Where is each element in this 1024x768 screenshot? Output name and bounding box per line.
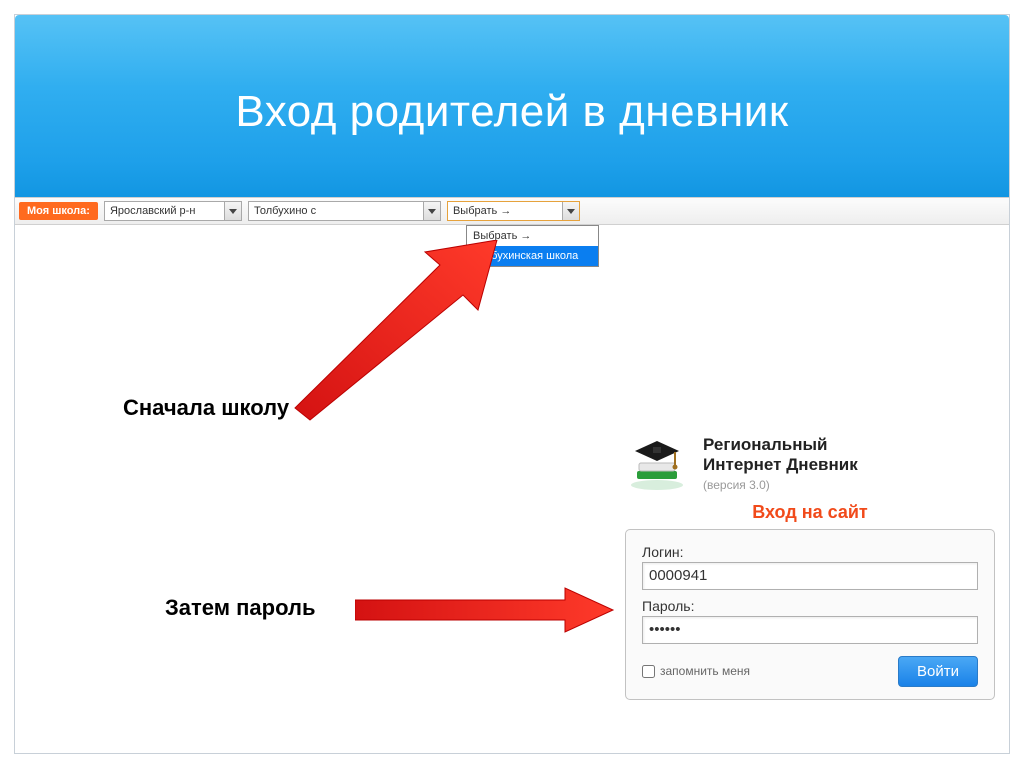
chevron-down-icon [562,202,579,220]
login-heading: Вход на сайт [625,502,995,523]
my-school-label: Моя школа: [19,202,98,220]
login-box: Логин: Пароль: запомнить меня Войти [625,529,995,700]
login-label: Логин: [642,544,978,560]
slide-title: Вход родителей в дневник [15,87,1009,137]
school-selector-bar: Моя школа: Ярославский р-н Толбухино с В… [15,197,1009,225]
chevron-down-icon [423,202,440,220]
password-label: Пароль: [642,598,978,614]
password-input[interactable] [642,616,978,644]
remember-label: запомнить меня [660,664,750,678]
school-select[interactable]: Выбрать → [447,201,580,221]
brand-line2: Интернет Дневник [703,455,858,475]
login-input[interactable] [642,562,978,590]
school-value: Выбрать → [453,205,511,217]
chevron-down-icon [224,202,241,220]
locality-select[interactable]: Толбухино с [248,201,441,221]
brand-text: Региональный Интернет Дневник (версия 3.… [703,435,858,492]
region-value: Ярославский р-н [110,205,195,217]
caption-first-school: Сначала школу [123,395,289,421]
brand-version: (версия 3.0) [703,478,858,492]
arrow-to-school-icon [285,240,505,430]
locality-value: Толбухино с [254,205,316,217]
app-logo-icon [625,435,689,491]
remember-checkbox[interactable] [642,665,655,678]
brand-line1: Региональный [703,435,828,454]
login-button[interactable]: Войти [898,656,978,687]
brand-row: Региональный Интернет Дневник (версия 3.… [625,435,995,492]
caption-then-password: Затем пароль [165,595,315,621]
slide-frame: Вход родителей в дневник Моя школа: Ярос… [14,14,1010,754]
remember-me[interactable]: запомнить меня [642,664,750,678]
login-area: Региональный Интернет Дневник (версия 3.… [625,435,995,700]
region-select[interactable]: Ярославский р-н [104,201,242,221]
arrow-to-password-icon [355,585,615,635]
